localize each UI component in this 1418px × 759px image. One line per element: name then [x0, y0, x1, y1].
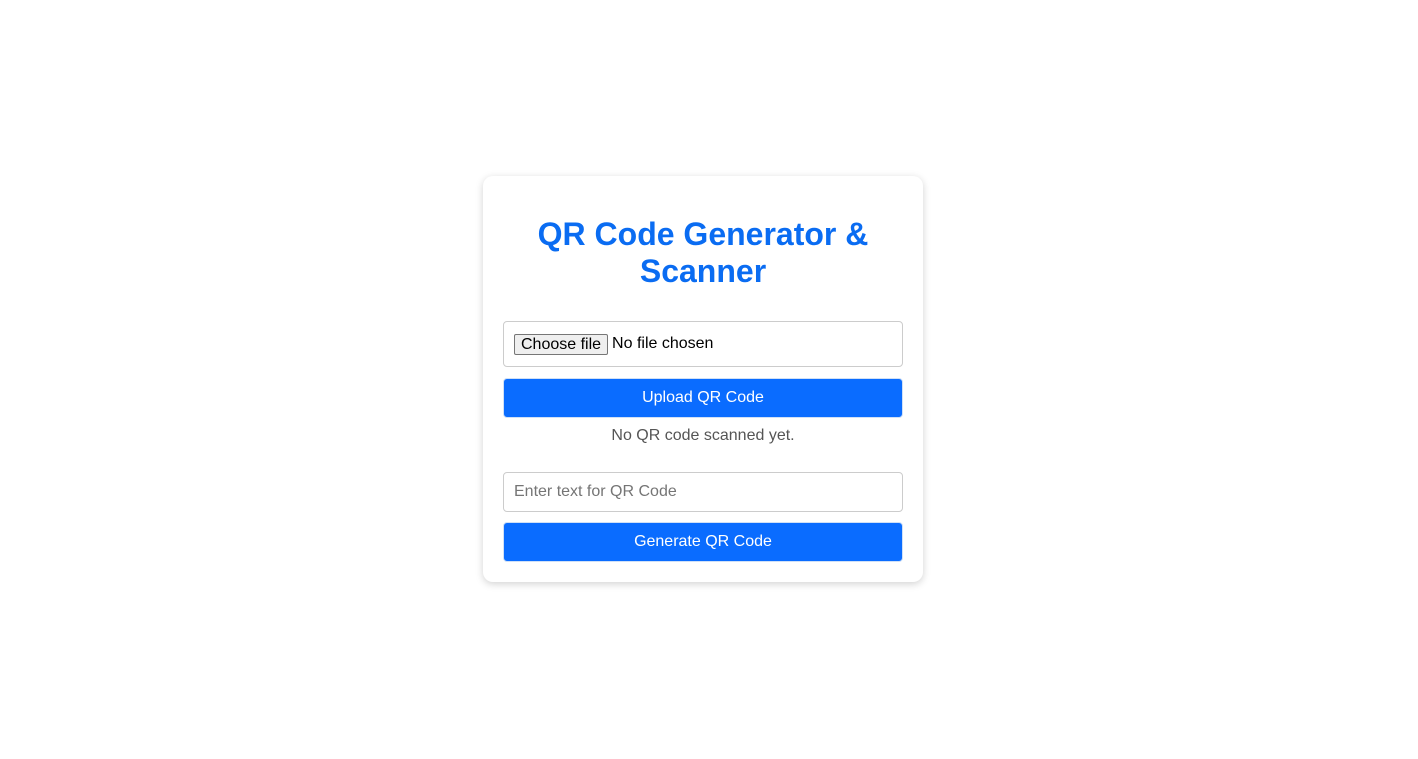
qr-card: QR Code Generator & Scanner Choose file …: [483, 176, 923, 582]
file-input[interactable]: Choose file No file chosen: [503, 321, 903, 367]
upload-qr-button[interactable]: Upload QR Code: [503, 378, 903, 418]
file-status-text: No file chosen: [612, 335, 714, 352]
generate-qr-button[interactable]: Generate QR Code: [503, 522, 903, 562]
choose-file-button[interactable]: Choose file: [514, 333, 609, 355]
qr-text-input[interactable]: [503, 472, 903, 512]
scan-status-text: No QR code scanned yet.: [611, 427, 795, 444]
page-title: QR Code Generator & Scanner: [537, 216, 869, 289]
